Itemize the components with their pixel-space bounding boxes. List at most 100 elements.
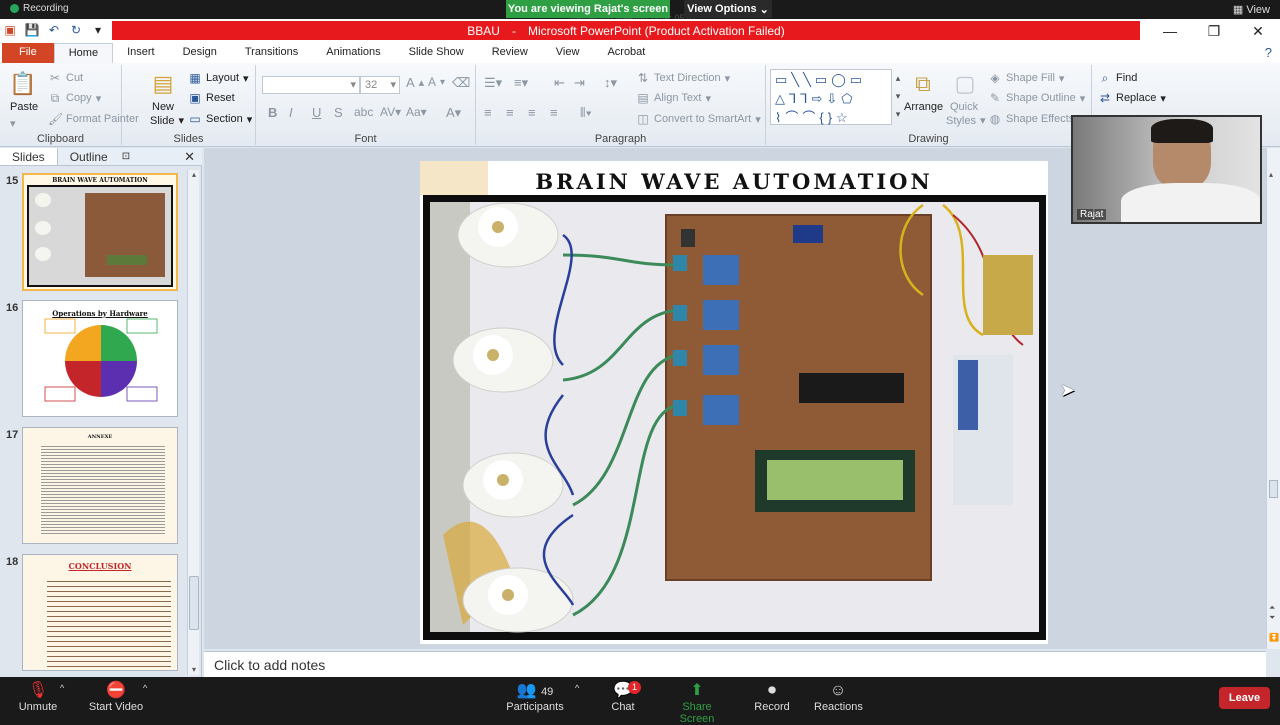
slide-title[interactable]: BRAIN WAVE AUTOMATION (420, 169, 1048, 194)
layout-button[interactable]: ▦ Layout ▾ (188, 71, 248, 85)
paste-dropdown-icon[interactable]: ▾ (10, 117, 16, 130)
chat-button[interactable]: 💬 1 Chat (604, 681, 642, 713)
decrease-indent-icon[interactable]: ⇤ (554, 75, 565, 91)
columns-icon[interactable]: ⫴▾ (580, 105, 592, 121)
view-options-button[interactable]: View Options ⌄ (684, 0, 772, 18)
slide-thumbnail-16[interactable]: Operations by Hardware (22, 300, 178, 417)
change-case-icon[interactable]: Aa▾ (406, 105, 427, 119)
start-video-button[interactable]: ⛔ Start Video (88, 681, 144, 713)
cut-button[interactable]: ✂ Cut (48, 71, 83, 85)
bold-icon[interactable]: B (268, 105, 277, 120)
quick-styles-dropdown[interactable]: Styles ▾ (946, 114, 986, 128)
replace-button[interactable]: ⇄ Replace ▾ (1098, 91, 1166, 105)
reset-button[interactable]: ▣ Reset (188, 91, 234, 105)
shapes-gallery-scroll[interactable]: ▴ ▾ ▾ (892, 69, 904, 125)
close-icon[interactable]: ✕ (1236, 19, 1280, 43)
new-slide-dropdown[interactable]: Slide ▾ (150, 114, 184, 128)
audio-options-icon[interactable]: ^ (60, 683, 64, 693)
scroll-down-icon[interactable]: ▾ (189, 665, 199, 675)
find-button[interactable]: ⌕ Find (1098, 71, 1138, 85)
save-icon[interactable]: 💾 (24, 22, 40, 38)
participants-options-icon[interactable]: ^ (575, 683, 579, 693)
copy-button[interactable]: ⧉ Copy ▾ (48, 91, 102, 105)
share-screen-button[interactable]: ⬆ Share Screen (664, 681, 730, 725)
section-button[interactable]: ▭ Section ▾ (188, 112, 252, 126)
scroll-up-icon[interactable]: ▴ (189, 170, 199, 180)
shadow-icon[interactable]: S (334, 105, 343, 120)
scroll-up-icon[interactable]: ▴ (1269, 170, 1273, 179)
customize-qat-icon[interactable]: ▾ (90, 22, 106, 38)
shape-fill-button[interactable]: ◈ Shape Fill ▾ (988, 71, 1064, 85)
arrange-button[interactable]: Arrange (904, 101, 943, 113)
spacing-icon[interactable]: AV▾ (380, 105, 401, 119)
text-direction-button[interactable]: ⇅ Text Direction ▾ (636, 71, 730, 85)
undo-icon[interactable]: ↶ (46, 22, 62, 38)
justify-icon[interactable]: ≡ (550, 105, 558, 120)
clear-format-icon[interactable]: ⌫ (452, 75, 470, 91)
slide-thumbnail-17[interactable]: ANNEXE (22, 427, 178, 544)
view-button[interactable]: ▦ View (1233, 3, 1270, 16)
notes-pane[interactable]: Click to add notes (204, 651, 1266, 677)
align-text-button[interactable]: ▤ Align Text ▾ (636, 91, 711, 105)
reset-icon: ▣ (189, 91, 201, 105)
tab-view[interactable]: View (542, 43, 594, 63)
participants-button[interactable]: 👥 49 Participants (506, 681, 564, 713)
font-color-icon[interactable]: A▾ (446, 105, 461, 121)
unmute-button[interactable]: 🎙 Unmute (18, 681, 58, 713)
pane-scroll-thumb[interactable] (189, 576, 199, 630)
close-icon[interactable]: ✕ (184, 149, 195, 165)
paste-button[interactable]: Paste (10, 101, 38, 113)
align-right-icon[interactable]: ≡ (528, 105, 536, 120)
pane-menu-icon[interactable]: ⊡ (120, 148, 132, 165)
grow-font-icon[interactable]: A ▴ (406, 75, 424, 90)
prev-slide-icon[interactable]: ⏶ ⏷ (1269, 603, 1275, 623)
record-button[interactable]: ⏺ Record (752, 681, 792, 713)
numbering-icon[interactable]: ≡▾ (514, 75, 528, 91)
restore-icon[interactable]: ❐ (1192, 19, 1236, 43)
slide-thumbnail-18[interactable]: CONCLUSION (22, 554, 178, 671)
leave-button[interactable]: Leave (1219, 687, 1270, 709)
shape-outline-button[interactable]: ✎ Shape Outline ▾ (988, 91, 1085, 105)
help-icon[interactable]: ? (1265, 43, 1272, 63)
tab-insert[interactable]: Insert (113, 43, 169, 63)
underline-icon[interactable]: U (312, 105, 321, 120)
pane-scrollbar[interactable]: ▴ ▾ (187, 170, 199, 675)
tab-animations[interactable]: Animations (312, 43, 394, 63)
next-slide-icon[interactable]: ⏬ (1269, 633, 1279, 642)
new-slide-button[interactable]: New (152, 101, 174, 113)
reactions-button[interactable]: ☺ Reactions (814, 681, 863, 713)
increase-indent-icon[interactable]: ⇥ (574, 75, 585, 91)
current-slide[interactable]: BRAIN WAVE AUTOMATION (420, 161, 1048, 644)
line-spacing-icon[interactable]: ↕▾ (604, 75, 617, 91)
quick-styles-button[interactable]: Quick (950, 101, 978, 113)
redo-icon[interactable]: ↻ (68, 22, 84, 38)
tab-design[interactable]: Design (169, 43, 231, 63)
font-size-combo[interactable]: 32 ▾ (360, 76, 400, 94)
tab-acrobat[interactable]: Acrobat (593, 43, 659, 63)
editor-scrollbar[interactable]: ▴ ⏶ ⏷ ⏬ (1266, 148, 1280, 649)
tab-outline-pane[interactable]: Outline (58, 148, 120, 165)
slide-thumbnail-15[interactable]: BRAIN WAVE AUTOMATION (22, 173, 178, 291)
italic-icon[interactable]: I (289, 105, 293, 120)
editor-scroll-thumb[interactable] (1269, 480, 1278, 498)
shrink-font-icon[interactable]: A ▾ (428, 75, 445, 89)
notes-placeholder[interactable]: Click to add notes (214, 657, 325, 673)
tab-slide-show[interactable]: Slide Show (395, 43, 478, 63)
tab-slides-pane[interactable]: Slides (0, 148, 58, 165)
font-name-combo[interactable]: ▾ (262, 76, 360, 94)
align-center-icon[interactable]: ≡ (506, 105, 514, 120)
tab-home[interactable]: Home (53, 43, 114, 63)
strikethrough-icon[interactable]: abc (354, 105, 373, 119)
convert-smartart-button[interactable]: ◫ Convert to SmartArt ▾ (636, 112, 760, 126)
bullets-icon[interactable]: ☰▾ (484, 75, 502, 91)
tab-file[interactable]: File (2, 43, 54, 63)
align-left-icon[interactable]: ≡ (484, 105, 492, 120)
shape-effects-button[interactable]: ◍ Shape Effects (988, 112, 1075, 126)
tab-review[interactable]: Review (478, 43, 542, 63)
tab-transitions[interactable]: Transitions (231, 43, 312, 63)
video-options-icon[interactable]: ^ (143, 683, 147, 693)
minimize-icon[interactable]: — (1148, 19, 1192, 43)
participant-video[interactable]: Rajat (1071, 115, 1262, 224)
shapes-gallery[interactable]: ▭╲╲▭◯▭ △⅂⅂⇨⇩⬠ ⌇⌒⌒{}☆ (770, 69, 892, 125)
powerpoint-logo-icon[interactable]: ▣ (2, 22, 18, 38)
